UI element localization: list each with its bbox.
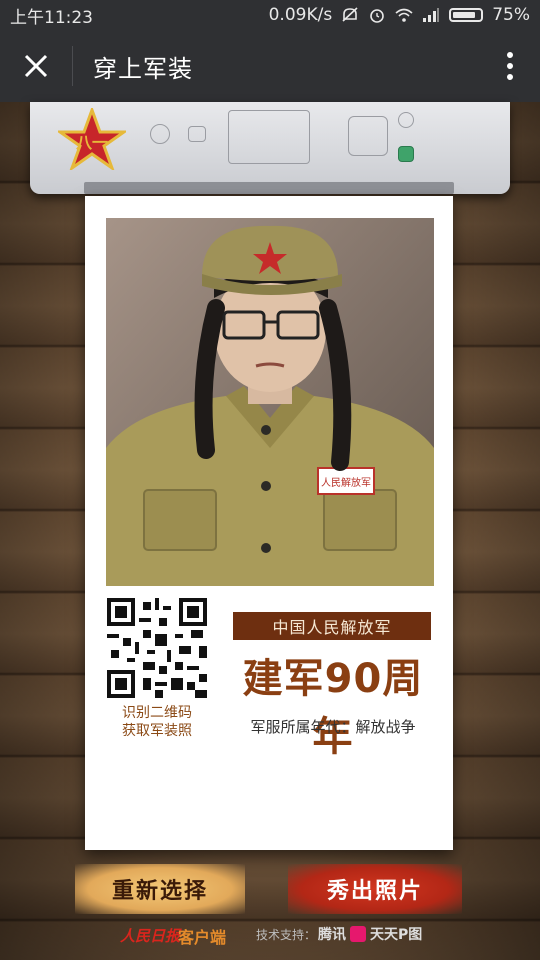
more-vertical-icon bbox=[507, 52, 513, 80]
pla-banner: 中国人民解放军 bbox=[233, 612, 431, 640]
printer-dpad bbox=[348, 116, 388, 156]
svg-text:八一: 八一 bbox=[75, 133, 108, 152]
uniform-era-text: 军服所属年代：解放战争 bbox=[250, 718, 416, 736]
qr-caption-line2: 获取军装照 bbox=[122, 723, 192, 739]
printer-panel bbox=[228, 110, 310, 164]
battery-icon bbox=[449, 8, 484, 22]
close-button[interactable] bbox=[0, 30, 72, 102]
footer-credits: 人民日报 客户端 技术支持： 腾讯 天天P图 bbox=[0, 920, 540, 950]
qr-caption: 识别二维码 获取军装照 bbox=[97, 704, 217, 740]
ptu-logo-icon bbox=[350, 926, 366, 942]
photo-card: 人民解放军 识别二维码 获取军装照 中国人民解放军 建军90周年 军服所属年代：… bbox=[85, 196, 453, 850]
poster-scene: 八一 人民解放军 识别二维码 获取军装照 中国人民解放军 建军90周年 军服所属… bbox=[0, 102, 540, 960]
mute-icon bbox=[342, 7, 358, 22]
uniform-badge-text: 人民解放军 bbox=[321, 476, 371, 489]
ptu-label: 天天P图 bbox=[370, 927, 423, 943]
client-label: 客户端 bbox=[178, 928, 227, 947]
battery-level: 75% bbox=[492, 5, 530, 25]
network-speed: 0.09K/s bbox=[268, 5, 333, 25]
printer-slot bbox=[84, 182, 454, 194]
show-photo-button[interactable]: 秀出照片 bbox=[288, 864, 462, 914]
tech-support-label: 技术支持： bbox=[256, 928, 317, 942]
close-icon bbox=[24, 54, 48, 78]
army-star-emblem: 八一 bbox=[58, 108, 126, 170]
printer-stop-icon bbox=[398, 112, 414, 128]
tencent-label: 腾讯 bbox=[318, 927, 346, 943]
wifi-icon bbox=[395, 8, 413, 22]
status-time: 上午11:23 bbox=[10, 7, 93, 28]
printer-start-icon bbox=[398, 146, 414, 162]
peoples-daily-logo: 人民日报 bbox=[120, 927, 181, 945]
printer-power-icon bbox=[150, 124, 170, 144]
status-bar: 上午11:23 0.09K/s 75% bbox=[0, 0, 540, 30]
page-title: 穿上军装 bbox=[93, 54, 193, 83]
title-bar: 穿上军装 bbox=[0, 30, 540, 102]
alarm-icon bbox=[370, 9, 385, 23]
more-button[interactable] bbox=[480, 30, 540, 102]
qr-caption-line1: 识别二维码 bbox=[122, 705, 192, 721]
printer-illustration: 八一 bbox=[30, 102, 510, 194]
reselect-button[interactable]: 重新选择 bbox=[75, 864, 245, 914]
anniversary-headline: 建军90周年 bbox=[242, 656, 424, 760]
qr-code[interactable] bbox=[107, 598, 207, 698]
signal-icon bbox=[423, 8, 440, 22]
printer-home-icon bbox=[188, 126, 206, 142]
soldier-photo: 人民解放军 bbox=[106, 218, 434, 586]
